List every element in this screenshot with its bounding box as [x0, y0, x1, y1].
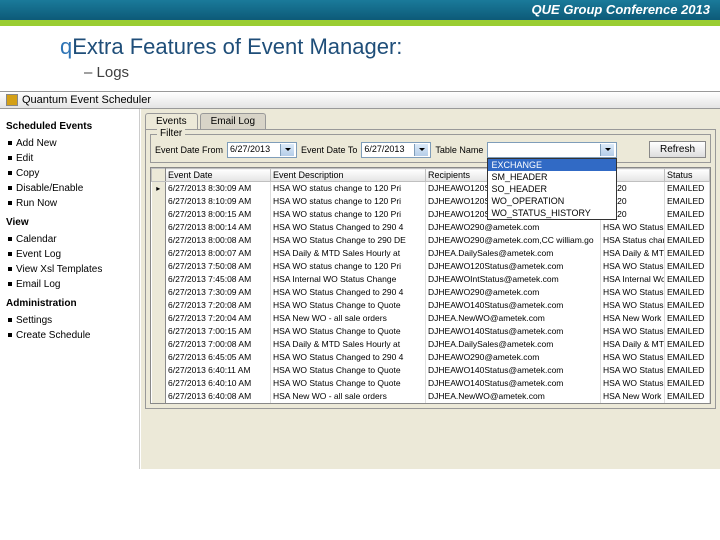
- chevron-down-icon[interactable]: [414, 144, 428, 156]
- sidebar-item[interactable]: View Xsl Templates: [4, 262, 135, 277]
- app-title-text: Quantum Event Scheduler: [22, 94, 151, 106]
- dropdown-option[interactable]: EXCHANGE: [488, 159, 616, 171]
- sidebar-section-view: View: [6, 217, 135, 228]
- table-row[interactable]: 6/27/2013 7:30:09 AMHSA WO Status Change…: [152, 286, 710, 299]
- table-row[interactable]: 6/27/2013 7:50:08 AMHSA WO status change…: [152, 260, 710, 273]
- app-window: Quantum Event Scheduler Scheduled Events…: [0, 91, 720, 469]
- dropdown-option[interactable]: WO_STATUS_HISTORY: [488, 207, 616, 219]
- sidebar: Scheduled Events Add NewEditCopyDisable/…: [0, 109, 140, 469]
- sidebar-item[interactable]: Calendar: [4, 232, 135, 247]
- column-header[interactable]: Event Date: [166, 169, 271, 182]
- slide-title: qExtra Features of Event Manager:: [60, 34, 680, 60]
- sidebar-item[interactable]: Add New: [4, 136, 135, 151]
- column-header[interactable]: Event Description: [271, 169, 426, 182]
- sidebar-section-admin: Administration: [6, 298, 135, 309]
- table-row[interactable]: 6/27/2013 8:30:09 AMHSA WO status change…: [152, 182, 710, 195]
- sidebar-item[interactable]: Copy: [4, 166, 135, 181]
- sidebar-item[interactable]: Settings: [4, 313, 135, 328]
- table-name-label: Table Name: [435, 145, 483, 155]
- date-from-input[interactable]: 6/27/2013: [227, 142, 297, 158]
- sidebar-item[interactable]: Email Log: [4, 277, 135, 292]
- table-row[interactable]: 6/27/2013 7:45:08 AMHSA Internal WO Stat…: [152, 273, 710, 286]
- table-row[interactable]: 6/27/2013 8:00:08 AMHSA WO Status Change…: [152, 234, 710, 247]
- filter-group: Filter Event Date From 6/27/2013 Event D…: [150, 134, 711, 163]
- sidebar-item[interactable]: Event Log: [4, 247, 135, 262]
- from-label: Event Date From: [155, 145, 223, 155]
- sidebar-item[interactable]: Create Schedule: [4, 328, 135, 343]
- table-row[interactable]: 6/27/2013 8:00:07 AMHSA Daily & MTD Sale…: [152, 247, 710, 260]
- chevron-down-icon[interactable]: [600, 144, 614, 156]
- table-row[interactable]: 6/27/2013 6:40:11 AMHSA WO Status Change…: [152, 364, 710, 377]
- refresh-button[interactable]: Refresh: [649, 141, 706, 158]
- conference-header: QUE Group Conference 2013: [0, 0, 720, 20]
- dropdown-option[interactable]: WO_OPERATION: [488, 195, 616, 207]
- app-icon: [6, 94, 18, 106]
- dropdown-option[interactable]: SO_HEADER: [488, 183, 616, 195]
- table-row[interactable]: 6/27/2013 7:00:15 AMHSA WO Status Change…: [152, 325, 710, 338]
- sidebar-item[interactable]: Disable/Enable: [4, 181, 135, 196]
- filter-label: Filter: [157, 128, 185, 139]
- tab-events[interactable]: Events: [145, 113, 198, 129]
- date-to-input[interactable]: 6/27/2013: [361, 142, 431, 158]
- to-label: Event Date To: [301, 145, 357, 155]
- table-row[interactable]: 6/27/2013 6:45:05 AMHSA WO Status Change…: [152, 351, 710, 364]
- app-titlebar: Quantum Event Scheduler: [0, 92, 720, 109]
- table-row[interactable]: 6/27/2013 8:00:14 AMHSA WO Status Change…: [152, 221, 710, 234]
- sidebar-section-scheduled: Scheduled Events: [6, 121, 135, 132]
- dropdown-option[interactable]: SM_HEADER: [488, 171, 616, 183]
- chevron-down-icon[interactable]: [280, 144, 294, 156]
- tab-email-log[interactable]: Email Log: [200, 113, 266, 129]
- sidebar-item[interactable]: Edit: [4, 151, 135, 166]
- table-row[interactable]: 6/27/2013 7:20:08 AMHSA WO Status Change…: [152, 299, 710, 312]
- table-row[interactable]: 6/27/2013 8:00:15 AMHSA WO status change…: [152, 208, 710, 221]
- table-row[interactable]: 6/27/2013 6:40:08 AMHSA New WO - all sal…: [152, 390, 710, 403]
- table-row[interactable]: 6/27/2013 7:00:08 AMHSA Daily & MTD Sale…: [152, 338, 710, 351]
- table-name-dropdown-list[interactable]: EXCHANGESM_HEADERSO_HEADERWO_OPERATIONWO…: [487, 158, 617, 220]
- column-header[interactable]: Status: [665, 169, 710, 182]
- table-row[interactable]: 6/27/2013 8:10:09 AMHSA WO status change…: [152, 195, 710, 208]
- sidebar-item[interactable]: Run Now: [4, 196, 135, 211]
- main-panel: Events Email Log Filter Event Date From …: [140, 109, 720, 469]
- table-row[interactable]: 6/27/2013 6:40:10 AMHSA WO Status Change…: [152, 377, 710, 390]
- table-row[interactable]: 6/27/2013 7:20:04 AMHSA New WO - all sal…: [152, 312, 710, 325]
- slide-subtitle: – Logs: [84, 64, 680, 81]
- table-name-select[interactable]: EXCHANGESM_HEADERSO_HEADERWO_OPERATIONWO…: [487, 142, 617, 158]
- event-grid[interactable]: Event DateEvent DescriptionRecipientsSta…: [150, 167, 711, 404]
